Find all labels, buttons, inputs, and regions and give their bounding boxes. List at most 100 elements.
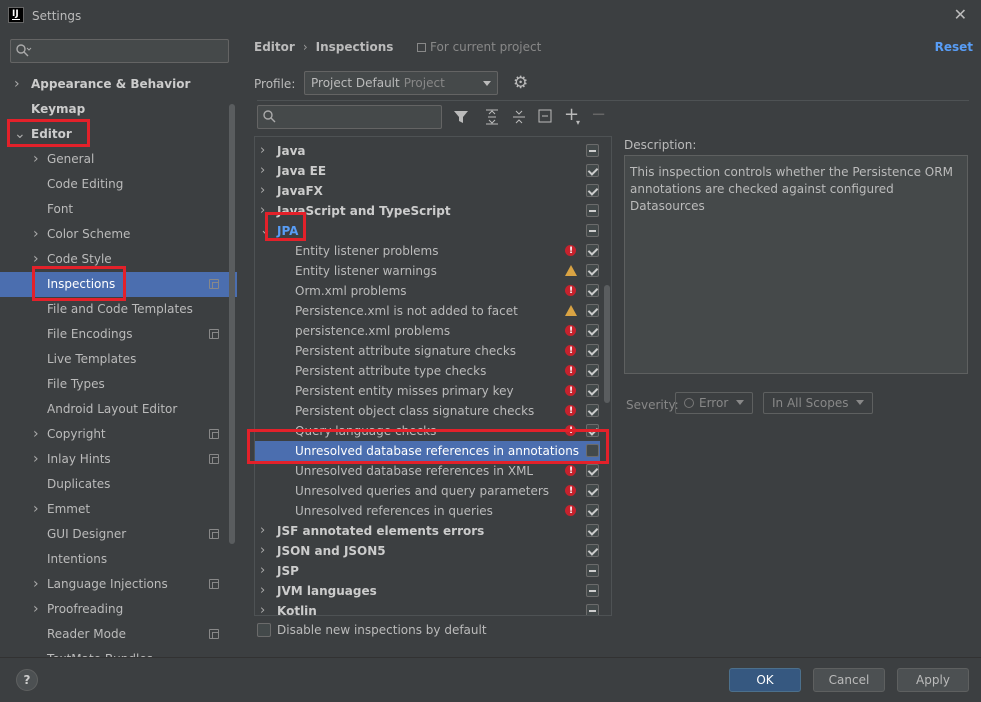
inspection-row-entity-listener-warnings[interactable]: Entity listener warnings — [255, 261, 600, 281]
inspection-row-unresolved-database-references-in-xml[interactable]: Unresolved database references in XML — [255, 461, 600, 481]
chevron-right-icon[interactable]: › — [260, 541, 265, 561]
inspection-row-query-language-checks[interactable]: Query language checks — [255, 421, 600, 441]
chevron-right-icon[interactable]: › — [260, 141, 265, 161]
inspection-row-persistence-xml-is-not-added-to-facet[interactable]: Persistence.xml is not added to facet — [255, 301, 600, 321]
help-button[interactable]: ? — [16, 669, 38, 691]
sidebar-item-proofreading[interactable]: › Proofreading — [0, 597, 237, 622]
inspection-checkbox[interactable] — [586, 504, 599, 517]
collapse-all-icon[interactable] — [512, 109, 526, 125]
inspection-row-jvm-languages[interactable]: › JVM languages — [255, 581, 600, 601]
chevron-down-icon[interactable]: ⌄ — [14, 122, 26, 147]
chevron-right-icon[interactable]: › — [33, 222, 39, 247]
inspection-checkbox[interactable] — [586, 424, 599, 437]
inspection-row-java-ee[interactable]: › Java EE — [255, 161, 600, 181]
inspection-checkbox[interactable] — [586, 344, 599, 357]
inspection-scrollbar[interactable] — [604, 285, 610, 403]
gear-icon[interactable]: ⚙ — [513, 74, 528, 92]
chevron-right-icon[interactable]: › — [33, 572, 39, 597]
inspection-row-persistent-attribute-type-checks[interactable]: Persistent attribute type checks — [255, 361, 600, 381]
inspection-row-unresolved-references-in-queries[interactable]: Unresolved references in queries — [255, 501, 600, 521]
inspection-row-javascript-and-typescript[interactable]: › JavaScript and TypeScript — [255, 201, 600, 221]
chevron-down-icon[interactable]: ⌄ — [260, 221, 271, 241]
sidebar-item-editor[interactable]: ⌄ Editor — [0, 122, 237, 147]
inspection-checkbox[interactable] — [586, 544, 599, 557]
inspection-checkbox[interactable] — [586, 164, 599, 177]
inspection-row-unresolved-database-references-in-annotations[interactable]: Unresolved database references in annota… — [255, 441, 600, 461]
inspection-checkbox[interactable] — [586, 604, 599, 615]
inspection-checkbox[interactable] — [586, 324, 599, 337]
reset-link[interactable]: Reset — [935, 40, 973, 54]
inspection-row-unresolved-queries-and-query-parameters[interactable]: Unresolved queries and query parameters — [255, 481, 600, 501]
profile-dropdown[interactable]: Project Default Project — [304, 71, 498, 95]
sidebar-item-keymap[interactable]: Keymap — [0, 97, 237, 122]
inspection-checkbox[interactable] — [586, 584, 599, 597]
sidebar-item-emmet[interactable]: › Emmet — [0, 497, 237, 522]
inspection-checkbox[interactable] — [586, 364, 599, 377]
inspection-checkbox[interactable] — [586, 564, 599, 577]
chevron-right-icon[interactable]: › — [33, 422, 39, 447]
close-icon[interactable]: ✕ — [954, 5, 967, 24]
inspection-checkbox[interactable] — [586, 304, 599, 317]
inspection-row-entity-listener-problems[interactable]: Entity listener problems — [255, 241, 600, 261]
filter-icon[interactable] — [453, 109, 469, 125]
severity-dropdown[interactable]: Error — [675, 392, 754, 414]
inspection-row-javafx[interactable]: › JavaFX — [255, 181, 600, 201]
inspection-checkbox[interactable] — [586, 244, 599, 257]
cancel-button[interactable]: Cancel — [813, 668, 885, 692]
inspection-row-jsf-annotated-elements-errors[interactable]: › JSF annotated elements errors — [255, 521, 600, 541]
ok-button[interactable]: OK — [729, 668, 801, 692]
inspection-checkbox[interactable] — [586, 264, 599, 277]
sidebar-item-copyright[interactable]: › Copyright — [0, 422, 237, 447]
sidebar-item-gui-designer[interactable]: GUI Designer — [0, 522, 237, 547]
inspection-checkbox[interactable] — [586, 184, 599, 197]
chevron-right-icon[interactable]: › — [260, 601, 265, 615]
inspection-checkbox[interactable] — [586, 284, 599, 297]
inspection-row-orm-xml-problems[interactable]: Orm.xml problems — [255, 281, 600, 301]
inspection-row-jpa[interactable]: ⌄ JPA — [255, 221, 600, 241]
sidebar-item-appearance-behavior[interactable]: › Appearance & Behavior — [0, 72, 237, 97]
chevron-right-icon[interactable]: › — [14, 72, 20, 97]
inspection-checkbox[interactable] — [586, 484, 599, 497]
sidebar-item-inspections[interactable]: Inspections — [0, 272, 237, 297]
chevron-right-icon[interactable]: › — [260, 521, 265, 541]
inspection-row-kotlin[interactable]: › Kotlin — [255, 601, 600, 615]
inspection-row-persistence-xml-problems[interactable]: persistence.xml problems — [255, 321, 600, 341]
chevron-right-icon[interactable]: › — [260, 181, 265, 201]
inspection-checkbox[interactable] — [586, 464, 599, 477]
sidebar-item-intentions[interactable]: Intentions — [0, 547, 237, 572]
sidebar-item-language-injections[interactable]: › Language Injections — [0, 572, 237, 597]
sidebar-item-file-encodings[interactable]: File Encodings — [0, 322, 237, 347]
reset-icon[interactable] — [538, 109, 552, 123]
chevron-right-icon[interactable]: › — [260, 201, 265, 221]
sidebar-item-font[interactable]: Font — [0, 197, 237, 222]
chevron-right-icon[interactable]: › — [33, 447, 39, 472]
sidebar-item-general[interactable]: › General — [0, 147, 237, 172]
sidebar-item-file-types[interactable]: File Types — [0, 372, 237, 397]
chevron-right-icon[interactable]: › — [33, 597, 39, 622]
chevron-right-icon[interactable]: › — [260, 561, 265, 581]
inspection-checkbox[interactable] — [586, 384, 599, 397]
sidebar-scrollbar[interactable] — [229, 104, 235, 544]
inspection-checkbox[interactable] — [586, 404, 599, 417]
inspection-checkbox[interactable] — [586, 524, 599, 537]
inspection-row-java[interactable]: › Java — [255, 141, 600, 161]
sidebar-item-android-layout-editor[interactable]: Android Layout Editor — [0, 397, 237, 422]
inspection-checkbox[interactable] — [586, 204, 599, 217]
chevron-right-icon[interactable]: › — [33, 497, 39, 522]
inspection-search-input[interactable] — [257, 105, 442, 129]
sidebar-item-code-style[interactable]: › Code Style — [0, 247, 237, 272]
chevron-right-icon[interactable]: › — [260, 161, 265, 181]
chevron-right-icon[interactable]: › — [260, 581, 265, 601]
apply-button[interactable]: Apply — [897, 668, 969, 692]
inspection-row-persistent-object-class-signature-checks[interactable]: Persistent object class signature checks — [255, 401, 600, 421]
sidebar-item-color-scheme[interactable]: › Color Scheme — [0, 222, 237, 247]
scope-dropdown[interactable]: In All Scopes — [763, 392, 874, 414]
sidebar-item-reader-mode[interactable]: Reader Mode — [0, 622, 237, 647]
remove-button[interactable]: − — [591, 106, 606, 124]
inspection-checkbox[interactable] — [586, 444, 599, 457]
sidebar-item-inlay-hints[interactable]: › Inlay Hints — [0, 447, 237, 472]
inspection-row-json-and-json5[interactable]: › JSON and JSON5 — [255, 541, 600, 561]
inspection-row-jsp[interactable]: › JSP — [255, 561, 600, 581]
inspection-checkbox[interactable] — [586, 144, 599, 157]
sidebar-item-file-and-code-templates[interactable]: File and Code Templates — [0, 297, 237, 322]
